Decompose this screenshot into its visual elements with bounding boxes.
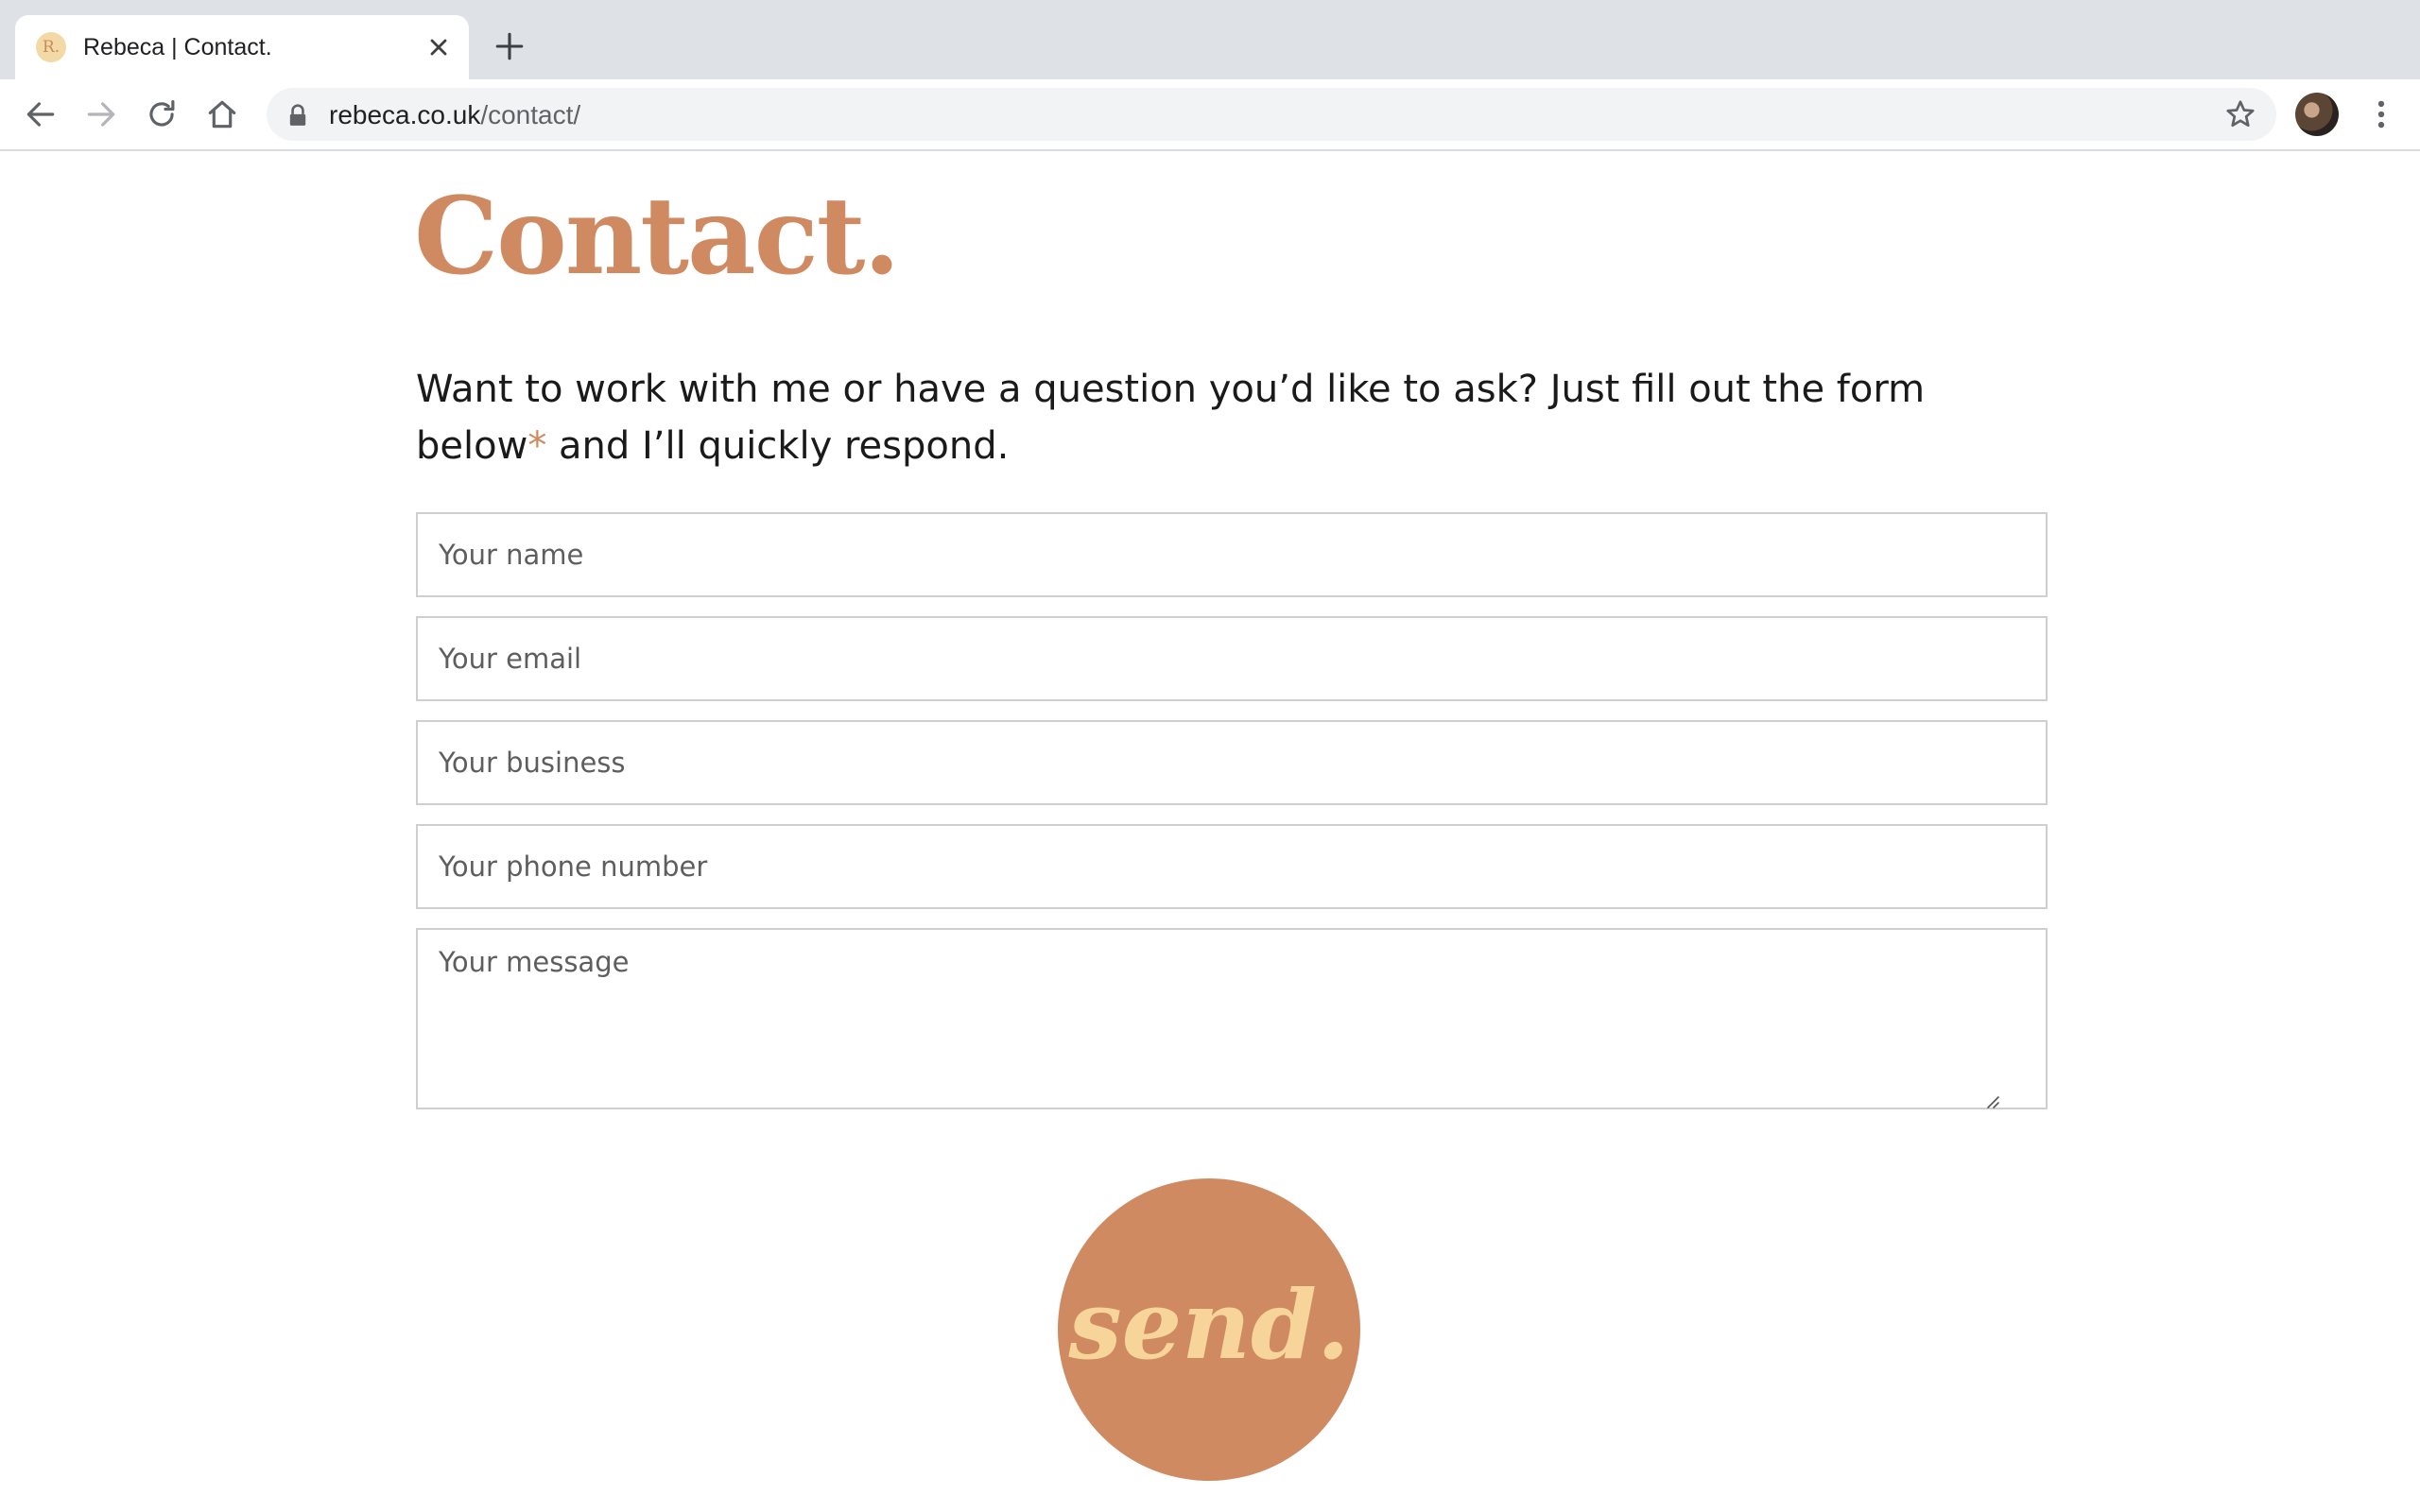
star-icon[interactable] xyxy=(2223,97,2257,131)
url-path: /contact/ xyxy=(480,100,581,129)
address-bar[interactable]: rebeca.co.uk/contact/ xyxy=(267,88,2276,141)
message-field[interactable] xyxy=(416,928,2048,1109)
url-text[interactable]: rebeca.co.uk/contact/ xyxy=(329,100,580,130)
browser-tab[interactable]: R. Rebeca | Contact. xyxy=(15,15,469,79)
send-button-label: send. xyxy=(1068,1269,1350,1381)
kebab-menu-icon[interactable] xyxy=(2363,96,2399,132)
profile-avatar[interactable] xyxy=(2295,93,2339,136)
browser-tab-strip: R. Rebeca | Contact. xyxy=(0,0,2420,79)
name-field[interactable] xyxy=(416,512,2048,597)
business-field[interactable] xyxy=(416,720,2048,805)
close-icon[interactable] xyxy=(425,34,452,60)
tab-title: Rebeca | Contact. xyxy=(83,34,272,60)
send-button[interactable]: send. xyxy=(1058,1178,1360,1481)
email-field[interactable] xyxy=(416,616,2048,701)
plus-icon[interactable] xyxy=(493,30,526,62)
reload-icon[interactable] xyxy=(144,96,180,132)
intro-paragraph: Want to work with me or have a question … xyxy=(416,361,2023,474)
lock-icon xyxy=(289,104,306,126)
required-asterisk: * xyxy=(527,424,547,468)
home-icon[interactable] xyxy=(204,96,240,132)
resize-grip-icon[interactable] xyxy=(1983,1092,2000,1109)
url-host: rebeca.co.uk xyxy=(329,100,481,129)
intro-text-end: and I’ll quickly respond. xyxy=(546,424,1010,468)
page-title: Contact. xyxy=(414,175,900,299)
site-favicon: R. xyxy=(36,32,66,62)
phone-field[interactable] xyxy=(416,824,2048,909)
forward-arrow-icon[interactable] xyxy=(83,96,119,132)
back-arrow-icon[interactable] xyxy=(23,96,59,132)
browser-toolbar: rebeca.co.uk/contact/ xyxy=(0,79,2420,151)
